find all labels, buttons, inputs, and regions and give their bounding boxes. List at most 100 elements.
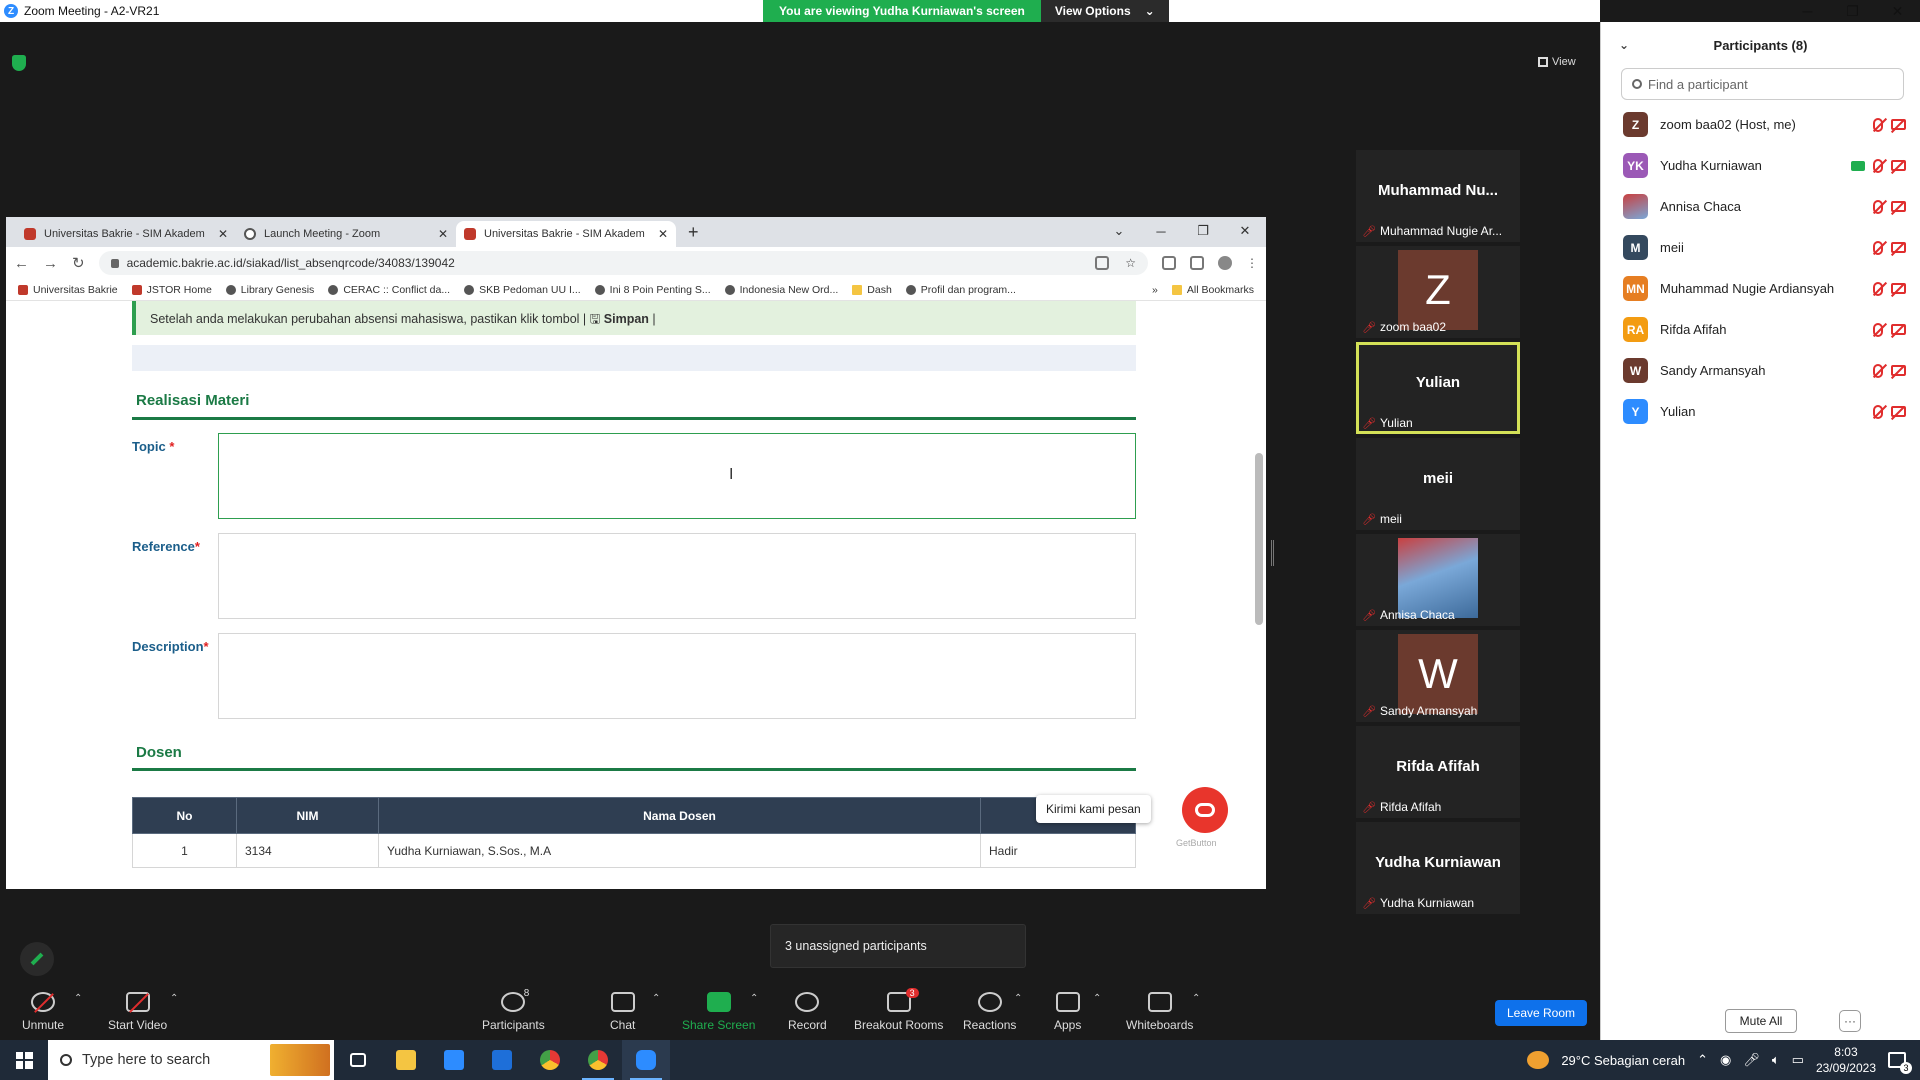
chat-tooltip[interactable]: Kirimi kami pesan — [1036, 795, 1151, 823]
chat-options-caret[interactable]: ⌃ — [652, 993, 660, 1004]
page-scrollbar[interactable] — [1254, 303, 1264, 887]
whiteboards-button[interactable]: Whiteboards — [1126, 992, 1193, 1032]
participant-row[interactable]: W Sandy Armansyah — [1601, 350, 1920, 391]
store-button[interactable] — [430, 1040, 478, 1080]
start-button[interactable] — [0, 1040, 48, 1080]
video-tile[interactable]: 🎤︎ Annisa Chaca — [1356, 534, 1520, 626]
mail-button[interactable] — [478, 1040, 526, 1080]
taskbar-search-input[interactable]: Type here to search — [48, 1040, 334, 1080]
description-textarea[interactable] — [218, 633, 1136, 719]
side-panel-icon[interactable] — [1190, 256, 1204, 270]
bookmark-item[interactable]: JSTOR Home — [131, 284, 212, 296]
view-button[interactable]: View — [1538, 56, 1576, 68]
chrome-profile-button[interactable] — [574, 1040, 622, 1080]
bookmark-item[interactable]: SKB Pedoman UU I... — [464, 284, 581, 296]
video-tile[interactable]: Z 🎤︎ zoom baa02 — [1356, 246, 1520, 338]
browser-tab[interactable]: Universitas Bakrie - SIM Akadem ✕ — [16, 221, 236, 247]
close-button[interactable]: ✕ — [1224, 217, 1266, 245]
reactions-options-caret[interactable]: ⌃ — [1014, 993, 1022, 1004]
browser-tab[interactable]: Launch Meeting - Zoom ✕ — [236, 221, 456, 247]
scrollbar-thumb[interactable] — [1255, 453, 1263, 625]
chat-widget-button[interactable] — [1182, 787, 1228, 833]
participant-row[interactable]: MN Muhammad Nugie Ardiansyah — [1601, 268, 1920, 309]
video-tile[interactable]: Muhammad Nu... 🎤︎ Muhammad Nugie Ar... — [1356, 150, 1520, 242]
chrome-button[interactable] — [526, 1040, 574, 1080]
participant-row[interactable]: M meii — [1601, 227, 1920, 268]
chat-button[interactable]: Chat — [610, 992, 635, 1032]
record-button[interactable]: Record — [788, 992, 827, 1032]
bookmark-item[interactable]: Indonesia New Ord... — [724, 284, 838, 296]
network-icon[interactable]: ▭ — [1792, 1052, 1804, 1068]
annotate-button[interactable] — [20, 942, 54, 976]
restore-button[interactable]: ❐ — [1830, 0, 1875, 22]
url-input[interactable]: academic.bakrie.ac.id/siakad/list_absenq… — [98, 251, 1148, 275]
video-tile-active-speaker[interactable]: Yulian 🎤︎ Yulian — [1356, 342, 1520, 434]
audio-options-caret[interactable]: ⌃ — [74, 993, 82, 1004]
record-tray-icon[interactable]: ◉ — [1720, 1052, 1731, 1068]
participant-row[interactable]: Z zoom baa02 (Host, me) — [1601, 104, 1920, 145]
video-tile[interactable]: Yudha Kurniawan 🎤︎ Yudha Kurniawan — [1356, 822, 1520, 914]
extensions-icon[interactable] — [1162, 256, 1176, 270]
speaker-icon[interactable]: 🔈︎ — [1772, 1052, 1780, 1068]
task-view-button[interactable] — [334, 1040, 382, 1080]
unmute-button[interactable]: Unmute — [22, 992, 64, 1032]
participant-search-input[interactable]: Find a participant — [1621, 68, 1904, 100]
bookmark-item[interactable]: CERAC :: Conflict da... — [328, 284, 450, 296]
chevron-up-icon[interactable]: ⌃ — [1697, 1052, 1708, 1068]
restore-button[interactable]: ❐ — [1182, 217, 1224, 245]
participants-button[interactable]: 8 Participants — [482, 988, 545, 1032]
microphone-icon[interactable]: 🎤︎ — [1743, 1052, 1760, 1068]
close-tab-icon[interactable]: ✕ — [218, 227, 228, 241]
notification-icon[interactable]: 3 — [1888, 1052, 1912, 1074]
clock[interactable]: 8:03 23/09/2023 — [1816, 1044, 1876, 1076]
minimize-button[interactable]: ─ — [1140, 217, 1182, 245]
back-arrow-icon[interactable]: ← — [14, 255, 29, 272]
chevron-down-icon[interactable]: ⌄ — [1619, 38, 1629, 52]
mute-all-button[interactable]: Mute All — [1725, 1009, 1797, 1033]
all-bookmarks-button[interactable]: All Bookmarks — [1171, 284, 1254, 296]
video-tile[interactable]: meii 🎤︎ meii — [1356, 438, 1520, 530]
bookmark-star-icon[interactable]: ☆ — [1125, 256, 1136, 270]
resize-handle[interactable] — [1271, 540, 1274, 566]
bookmark-item[interactable]: Ini 8 Poin Penting S... — [594, 284, 711, 296]
file-explorer-button[interactable] — [382, 1040, 430, 1080]
profile-icon[interactable] — [1218, 256, 1232, 270]
view-options-button[interactable]: View Options ⌄ — [1040, 0, 1169, 22]
share-screen-button[interactable]: Share Screen — [682, 992, 755, 1032]
reference-textarea[interactable] — [218, 533, 1136, 619]
participant-row[interactable]: Y Yulian — [1601, 391, 1920, 432]
video-tile[interactable]: Rifda Afifah 🎤︎ Rifda Afifah — [1356, 726, 1520, 818]
tab-search-icon[interactable]: ⌄ — [1098, 217, 1140, 245]
new-tab-button[interactable]: + — [676, 222, 711, 247]
zoom-app-button[interactable] — [622, 1040, 670, 1080]
close-tab-icon[interactable]: ✕ — [658, 227, 668, 241]
participant-row[interactable]: RA Rifda Afifah — [1601, 309, 1920, 350]
start-video-button[interactable]: Start Video — [108, 992, 167, 1032]
breakout-rooms-button[interactable]: 3 Breakout Rooms — [854, 988, 943, 1032]
share-options-caret[interactable]: ⌃ — [750, 993, 758, 1004]
bookmark-item[interactable]: Dash — [852, 284, 892, 296]
apps-button[interactable]: Apps — [1054, 992, 1081, 1032]
whiteboards-options-caret[interactable]: ⌃ — [1192, 993, 1200, 1004]
reactions-button[interactable]: Reactions — [963, 992, 1016, 1032]
close-tab-icon[interactable]: ✕ — [438, 227, 448, 241]
minimize-button[interactable]: ─ — [1785, 0, 1830, 22]
weather-text[interactable]: 29°C Sebagian cerah — [1561, 1053, 1685, 1068]
apps-options-caret[interactable]: ⌃ — [1093, 993, 1101, 1004]
share-icon[interactable] — [1095, 256, 1110, 270]
topic-textarea[interactable]: I — [218, 433, 1136, 519]
participant-row[interactable]: YK Yudha Kurniawan — [1601, 145, 1920, 186]
bookmark-item[interactable]: Library Genesis — [225, 284, 314, 296]
leave-room-button[interactable]: Leave Room — [1495, 1000, 1587, 1026]
more-options-button[interactable]: ··· — [1839, 1010, 1861, 1032]
close-button[interactable]: ✕ — [1875, 0, 1920, 22]
browser-tab-active[interactable]: Universitas Bakrie - SIM Akadem ✕ — [456, 221, 676, 247]
unassigned-participants-popup[interactable]: 3 unassigned participants — [770, 924, 1026, 968]
bookmark-item[interactable]: Universitas Bakrie — [18, 284, 118, 296]
bookmark-item[interactable]: Profil dan program... — [905, 284, 1016, 296]
reload-icon[interactable]: ↻ — [72, 254, 85, 272]
video-tile[interactable]: W 🎤︎ Sandy Armansyah — [1356, 630, 1520, 722]
forward-arrow-icon[interactable]: → — [43, 255, 58, 272]
kebab-menu-icon[interactable]: ⋮ — [1246, 256, 1258, 270]
video-options-caret[interactable]: ⌃ — [170, 993, 178, 1004]
